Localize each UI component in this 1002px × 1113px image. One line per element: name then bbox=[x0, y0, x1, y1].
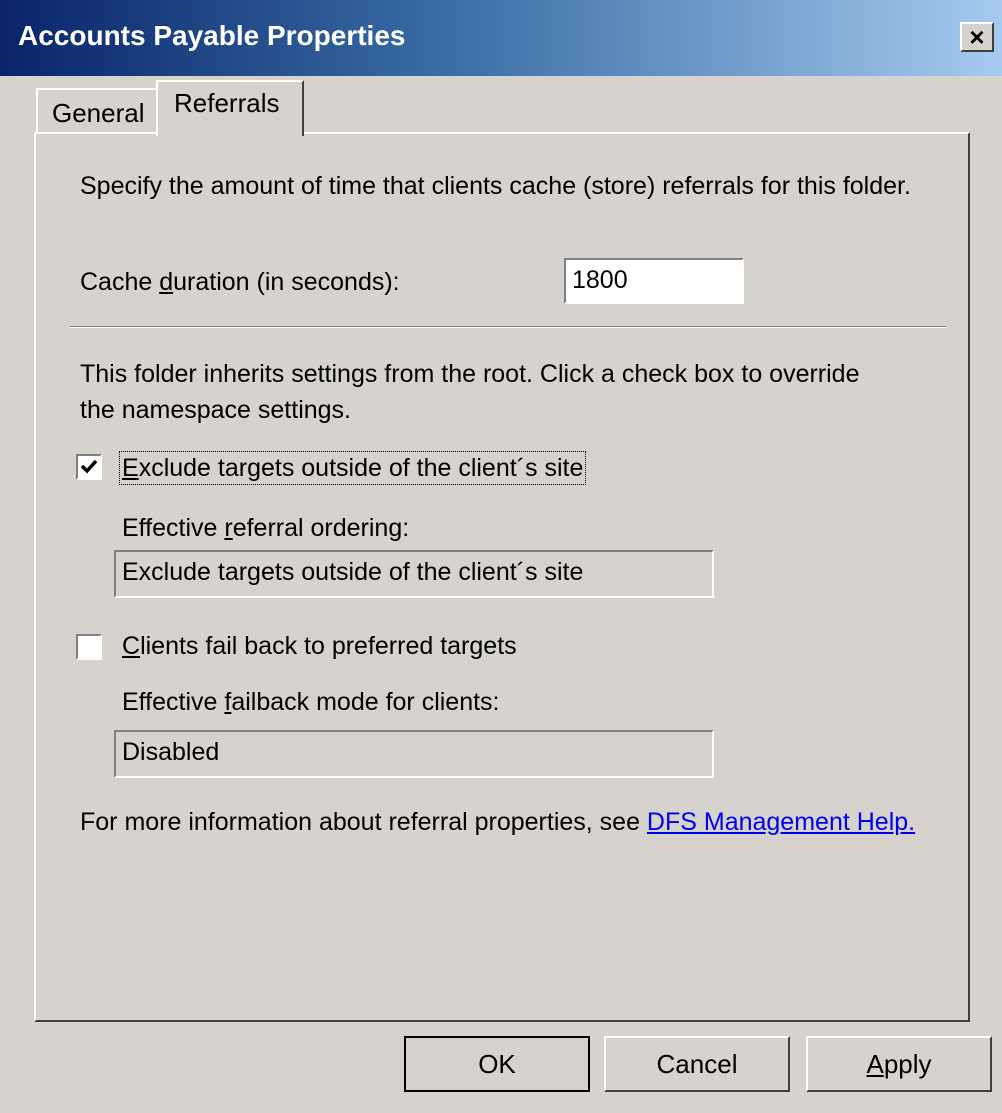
section-separator bbox=[70, 326, 946, 328]
tab-referrals[interactable]: Referrals bbox=[156, 80, 304, 136]
cache-description: Specify the amount of time that clients … bbox=[80, 172, 911, 200]
window-title: Accounts Payable Properties bbox=[18, 20, 406, 51]
failback-label[interactable]: Clients fail back to preferred targets bbox=[122, 628, 517, 664]
exclude-targets-checkbox[interactable] bbox=[76, 454, 102, 480]
failback-checkbox[interactable] bbox=[76, 634, 102, 660]
effective-failback-field: Disabled bbox=[114, 730, 714, 778]
tab-referrals-label: Referrals bbox=[174, 88, 280, 118]
apply-button[interactable]: Apply bbox=[806, 1036, 992, 1092]
tab-general[interactable]: General bbox=[36, 88, 160, 134]
cache-duration-label: Cache duration (in seconds): bbox=[80, 268, 400, 296]
ok-button[interactable]: OK bbox=[404, 1036, 590, 1092]
effective-ordering-field: Exclude targets outside of the client´s … bbox=[114, 550, 714, 598]
help-text: For more information about referral prop… bbox=[80, 808, 916, 836]
tab-general-label: General bbox=[52, 98, 145, 128]
exclude-targets-label[interactable]: Exclude targets outside of the client´s … bbox=[118, 450, 587, 486]
cache-duration-input[interactable]: 1800 bbox=[564, 258, 744, 304]
close-button[interactable]: × bbox=[960, 22, 994, 52]
effective-failback-label: Effective failback mode for clients: bbox=[122, 688, 500, 716]
checkmark-icon bbox=[80, 459, 98, 474]
cancel-button[interactable]: Cancel bbox=[604, 1036, 790, 1092]
close-icon: × bbox=[969, 22, 985, 52]
properties-dialog: Accounts Payable Properties × General Re… bbox=[0, 0, 1002, 1113]
dfs-help-link[interactable]: DFS Management Help. bbox=[647, 808, 915, 836]
inherit-description: This folder inherits settings from the r… bbox=[80, 360, 860, 424]
title-bar[interactable]: Accounts Payable Properties × bbox=[0, 0, 1002, 76]
effective-ordering-label: Effective referral ordering: bbox=[122, 514, 410, 542]
